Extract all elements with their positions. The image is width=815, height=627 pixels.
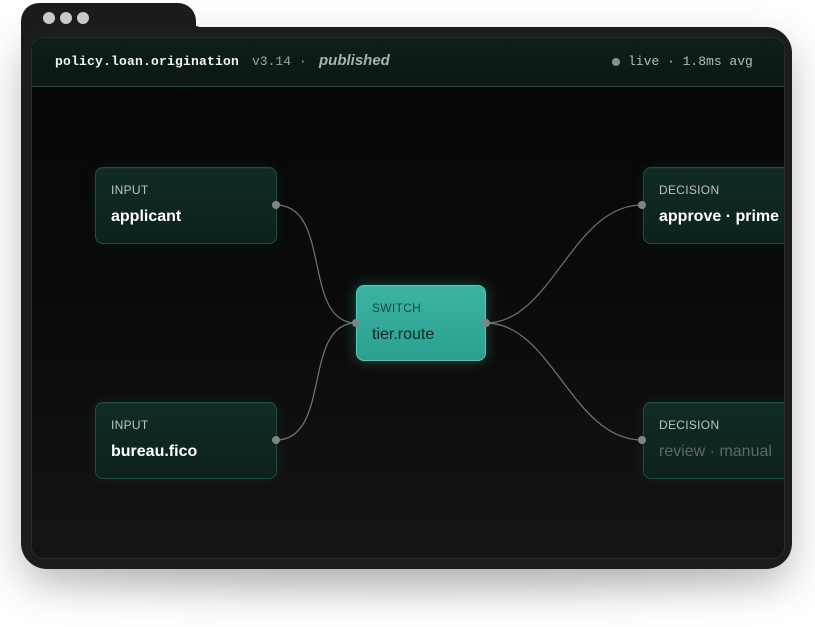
node-label: applicant: [111, 208, 182, 225]
minimize-dot-icon[interactable]: [60, 12, 72, 24]
node-kind: DECISION: [659, 418, 720, 432]
node-kind: DECISION: [659, 183, 720, 197]
edge-switch-to-review: [485, 322, 643, 441]
node-kind: SWITCH: [372, 301, 422, 315]
port-bureau-out[interactable]: [272, 436, 280, 444]
port-approve-in[interactable]: [638, 201, 646, 209]
node-label: review · manual: [659, 443, 772, 460]
node-input-bureau-fico[interactable]: INPUT bureau.fico: [95, 402, 277, 479]
canvas-screen: policy.loan.origination v3.14 · publishe…: [31, 37, 785, 559]
node-label: approve · prime: [659, 208, 780, 225]
edge-switch-to-approve: [485, 204, 643, 324]
port-applicant-out[interactable]: [272, 201, 280, 209]
node-input-applicant[interactable]: INPUT applicant: [95, 167, 277, 244]
window-controls: [43, 12, 89, 24]
port-switch-in[interactable]: [352, 319, 360, 327]
node-decision-approve-prime[interactable]: DECISION approve · prime: [643, 167, 784, 244]
node-label: tier.route: [372, 326, 435, 343]
edge-applicant-to-switch: [275, 204, 357, 324]
node-switch-tier-route[interactable]: SWITCH tier.route: [356, 285, 486, 361]
node-decision-review-manual[interactable]: DECISION review · manual: [643, 402, 784, 479]
maximize-dot-icon[interactable]: [77, 12, 89, 24]
node-kind: INPUT: [111, 418, 149, 432]
node-label: bureau.fico: [111, 443, 198, 460]
port-review-in[interactable]: [638, 436, 646, 444]
node-kind: INPUT: [111, 183, 149, 197]
close-dot-icon[interactable]: [43, 12, 55, 24]
port-switch-out[interactable]: [482, 319, 490, 327]
edge-bureau-to-switch: [275, 322, 357, 441]
